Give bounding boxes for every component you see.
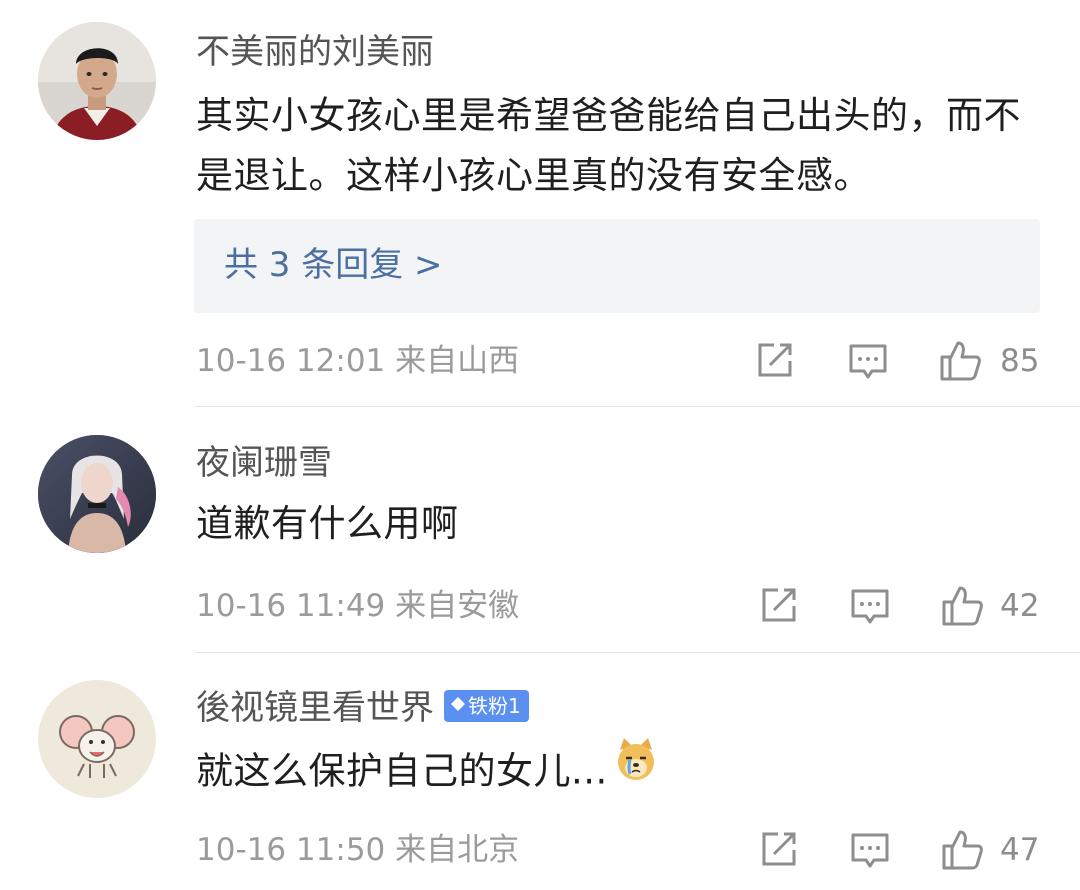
thumbs-up-icon[interactable] — [938, 339, 982, 383]
location: 来自山西 — [395, 343, 520, 379]
comment-icon[interactable] — [846, 339, 890, 383]
comment-text: 其实小女孩心里是希望爸爸能给自己出头的，而不是退让。这样小孩心里真的没有安全感。 — [196, 94, 1021, 197]
comment-meta: 10-16 12:01 来自山西 — [196, 341, 519, 381]
username[interactable]: 夜阑珊雪 — [196, 441, 332, 485]
timestamp: 10-16 11:50 — [196, 832, 386, 868]
avatar-young-man-photo-icon — [38, 22, 156, 140]
avatar[interactable] — [38, 435, 156, 553]
comment-meta: 10-16 11:50 来自北京 — [196, 830, 519, 870]
like-count: 47 — [1000, 832, 1040, 868]
share-icon[interactable] — [752, 339, 796, 383]
fan-badge[interactable]: 铁粉1 — [444, 689, 529, 722]
timestamp: 10-16 11:49 — [196, 588, 386, 624]
username-text: 後视镜里看世界 — [196, 688, 434, 728]
share-icon[interactable] — [756, 584, 800, 628]
username[interactable]: 不美丽的刘美丽 — [196, 30, 434, 74]
divider — [194, 406, 1080, 407]
avatar[interactable] — [38, 680, 156, 798]
avatar[interactable] — [38, 22, 156, 140]
comment-text: 道歉有什么用啊 — [196, 502, 459, 545]
diamond-icon — [450, 689, 466, 721]
location: 来自安徽 — [395, 588, 520, 624]
comment-text-content: 就这么保护自己的女儿... — [196, 749, 608, 793]
comment-actions: 85 — [750, 339, 1050, 383]
comment-icon[interactable] — [848, 828, 892, 872]
like-count: 85 — [1000, 343, 1040, 379]
divider — [194, 652, 1080, 653]
view-replies-link[interactable]: 共 3 条回复 > — [224, 243, 443, 287]
thumbs-up-icon[interactable] — [940, 584, 984, 628]
comment-actions: 42 — [750, 584, 1050, 628]
avatar-cartoon-mouse-icon — [38, 680, 156, 798]
crying-doge-emoji-icon — [614, 736, 658, 802]
comment-icon[interactable] — [848, 584, 892, 628]
username[interactable]: 後视镜里看世界 铁粉1 — [196, 686, 529, 730]
timestamp: 10-16 12:01 — [196, 343, 386, 379]
share-icon[interactable] — [756, 828, 800, 872]
avatar-anime-character-icon — [38, 435, 156, 553]
like-count: 42 — [1000, 588, 1040, 624]
badge-label: 铁粉1 — [468, 693, 521, 718]
comment-meta: 10-16 11:49 来自安徽 — [196, 586, 519, 626]
comment-actions: 47 — [750, 828, 1050, 872]
comment-text: 就这么保护自己的女儿... — [196, 738, 1056, 806]
thumbs-up-icon[interactable] — [940, 828, 984, 872]
replies-box[interactable]: 共 3 条回复 > — [194, 219, 1040, 313]
location: 来自北京 — [395, 832, 520, 868]
